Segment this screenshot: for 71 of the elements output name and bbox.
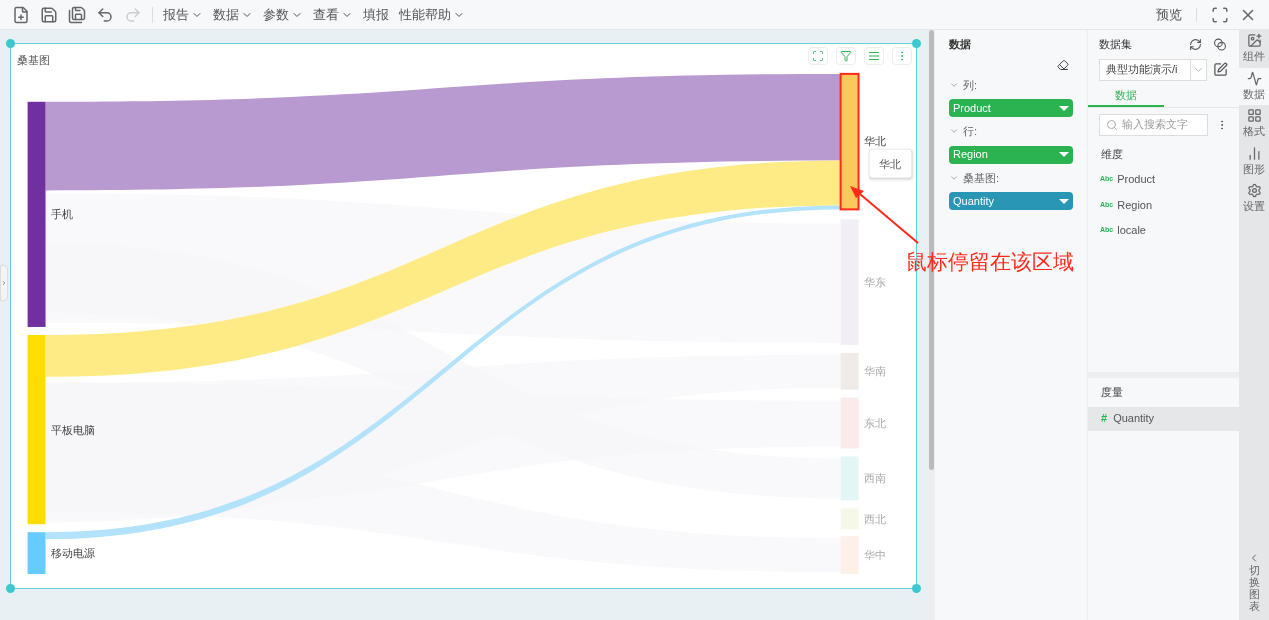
eraser-icon[interactable]	[1057, 58, 1069, 71]
field-name: Quantity	[1113, 411, 1155, 427]
node-label: 华北	[863, 134, 886, 147]
sankey-node[interactable]	[27, 334, 46, 525]
section-label: 行:	[963, 124, 978, 139]
node-label: 西南	[863, 472, 886, 485]
search-icon	[1106, 118, 1118, 131]
filter-icon[interactable]	[836, 47, 856, 65]
redo-icon[interactable]	[124, 5, 142, 24]
rail-tab[interactable]: 图形	[1239, 142, 1269, 180]
menu-button[interactable]: 查看	[313, 4, 353, 25]
sankey-node[interactable]	[840, 508, 859, 530]
component-icon	[1246, 33, 1262, 48]
sankey-node[interactable]	[840, 456, 859, 501]
tooltip: 华北	[868, 148, 913, 179]
save-as-icon[interactable]	[68, 5, 86, 24]
rail-tab[interactable]: 数据	[1239, 67, 1269, 105]
rail-tab[interactable]: 组件	[1239, 30, 1269, 68]
field-name: Region	[1117, 197, 1153, 213]
new-report-icon[interactable]	[12, 5, 30, 24]
chart-title: 桑基图	[17, 53, 50, 68]
menu-button[interactable]: 报告	[163, 4, 203, 25]
section-heading: 度量	[1100, 385, 1124, 400]
panel-title: 数据	[949, 37, 972, 52]
circles-icon[interactable]	[1212, 37, 1228, 51]
node-label: 东北	[863, 417, 886, 430]
node-label: 手机	[50, 208, 73, 221]
search-field[interactable]: 输入搜索文字	[1099, 113, 1208, 136]
node-label: 华中	[863, 549, 886, 562]
save-icon[interactable]	[40, 5, 58, 24]
field-item[interactable]: # Quantity	[1088, 406, 1239, 431]
node-label: 华南	[863, 365, 886, 378]
format-icon	[1246, 108, 1262, 123]
node-label: 移动电源	[50, 547, 95, 560]
menu-button[interactable]: 填报	[363, 4, 389, 25]
list-icon[interactable]	[864, 47, 884, 65]
settings-icon	[1246, 183, 1262, 198]
sankey-node[interactable]	[839, 72, 860, 211]
sankey-node[interactable]	[27, 101, 46, 327]
section-heading: 维度	[1100, 146, 1124, 162]
rail-tab[interactable]: 设置	[1239, 180, 1269, 218]
fullscreen-icon[interactable]	[808, 47, 828, 65]
resize-handle[interactable]	[912, 584, 921, 593]
section-label: 列:	[963, 77, 978, 93]
edit-icon[interactable]	[1213, 62, 1228, 77]
section-label: 桑基图:	[963, 170, 1000, 186]
data-icon	[1246, 70, 1262, 86]
sankey-node[interactable]	[27, 532, 46, 575]
panel-title: 数据集	[1099, 37, 1133, 52]
menu-button[interactable]: 性能帮助	[399, 4, 465, 25]
refresh-icon[interactable]	[1189, 37, 1202, 51]
fullscreen-icon[interactable]	[1211, 5, 1229, 24]
undo-icon[interactable]	[96, 5, 114, 24]
resize-handle[interactable]	[6, 584, 15, 593]
preview-button[interactable]: 预览	[1156, 4, 1182, 25]
type-label: #	[1101, 411, 1108, 427]
field-name: Product	[1117, 172, 1156, 187]
resize-handle[interactable]	[912, 39, 921, 48]
shape-icon	[1246, 145, 1262, 161]
field-name: locale	[1117, 223, 1146, 238]
menu-button[interactable]: 数据	[213, 4, 253, 25]
expand-handle[interactable]	[0, 265, 8, 301]
dataset-select[interactable]: 典型功能演示/i	[1099, 58, 1207, 81]
node-label: 平板电脑	[50, 423, 95, 436]
node-label: 华东	[863, 276, 886, 289]
menu-button[interactable]: 参数	[263, 4, 303, 25]
annotation-arrow	[848, 185, 920, 245]
resize-handle[interactable]	[6, 39, 15, 48]
rail-tab[interactable]: 格式	[1239, 105, 1269, 143]
node-label: 西北	[863, 512, 886, 525]
switch-chart-label[interactable]: 切换图表	[1248, 563, 1260, 612]
